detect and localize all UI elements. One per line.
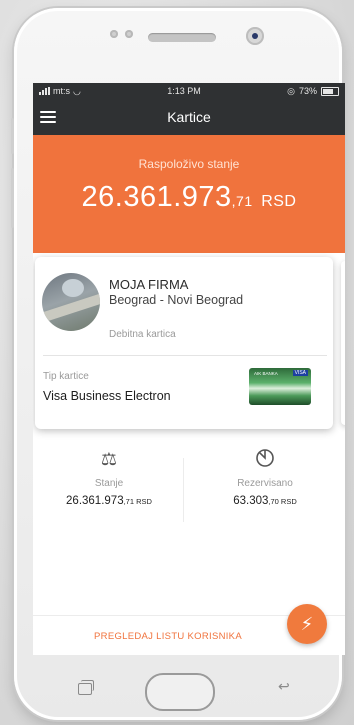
app-screen: mt:s ◡ 1:13 PM ◎ 73% Kartice Raspoloživo…	[33, 83, 345, 655]
stats-divider	[183, 458, 184, 522]
recent-apps-button[interactable]	[78, 680, 94, 695]
stat-value-main: 63.303	[233, 495, 269, 507]
visa-logo: VISA	[292, 370, 308, 376]
sensor	[110, 30, 118, 38]
card-type-value: Visa Business Electron	[43, 389, 171, 403]
carrier-label: mt:s	[53, 86, 70, 96]
side-button	[11, 118, 14, 154]
page-title: Kartice	[167, 109, 211, 125]
stat-label: Stanje	[94, 478, 124, 489]
stat-reserved: Rezervisano 63.303,70 RSD	[195, 448, 335, 507]
battery-percent: 73%	[298, 86, 317, 96]
alarm-icon: ◎	[287, 85, 295, 96]
home-button[interactable]	[145, 673, 215, 711]
side-button	[11, 168, 14, 228]
card-image: AIK BANKA VISA	[249, 368, 311, 405]
signal-icon	[39, 87, 50, 95]
stat-label: Rezervisano	[237, 478, 293, 489]
sensor	[125, 30, 133, 38]
stat-value-decimal: ,71 RSD	[123, 497, 152, 506]
company-location: Beograd - Novi Beograd	[109, 293, 244, 307]
status-bar: mt:s ◡ 1:13 PM ◎ 73%	[33, 83, 345, 99]
balance-scale-icon: ⚖	[100, 449, 118, 469]
stat-value: 26.361.973,71 RSD	[39, 495, 179, 507]
next-card-peek[interactable]	[341, 261, 345, 425]
wifi-icon: ◡	[73, 85, 81, 96]
divider	[43, 355, 327, 356]
card-panel[interactable]: MOJA FIRMA Beograd - Novi Beograd Debitn…	[35, 257, 333, 429]
card-bank-logo: AIK BANKA	[254, 371, 278, 376]
status-right: ◎ 73%	[287, 86, 339, 97]
status-left: mt:s ◡	[39, 86, 81, 97]
status-time: 1:13 PM	[167, 86, 201, 96]
speaker-grille	[148, 33, 216, 42]
company-name: MOJA FIRMA	[109, 277, 189, 292]
stat-balance: ⚖ Stanje 26.361.973,71 RSD	[39, 448, 179, 507]
balance-currency: RSD	[261, 193, 297, 210]
list-users-link[interactable]: PREGLEDAJ LISTU KORISNIKA	[33, 631, 303, 642]
balance-amount: 26.361.973,71 RSD	[33, 181, 345, 214]
stat-value-decimal: ,70 RSD	[268, 497, 297, 506]
front-camera	[246, 27, 264, 45]
stats-section: ⚖ Stanje 26.361.973,71 RSD Rezervisano 6…	[33, 448, 345, 538]
balance-label: Raspoloživo stanje	[138, 157, 240, 171]
app-bar: Kartice	[33, 99, 345, 135]
company-avatar	[42, 273, 100, 331]
stat-value: 63.303,70 RSD	[195, 495, 335, 507]
quick-action-button[interactable]: ⚡︎	[287, 604, 327, 644]
pie-chart-icon	[195, 448, 335, 470]
card-type: Debitna kartica	[109, 329, 176, 340]
balance-header: Raspoloživo stanje 26.361.973,71 RSD	[33, 135, 345, 253]
battery-icon	[320, 86, 339, 96]
back-button[interactable]: ↩	[278, 679, 298, 693]
lightning-icon: ⚡︎	[300, 614, 314, 634]
card-type-label: Tip kartice	[43, 371, 89, 382]
balance-amount-decimal: ,71	[231, 193, 253, 209]
balance-amount-main: 26.361.973	[81, 181, 232, 213]
stat-value-main: 26.361.973	[66, 495, 124, 507]
